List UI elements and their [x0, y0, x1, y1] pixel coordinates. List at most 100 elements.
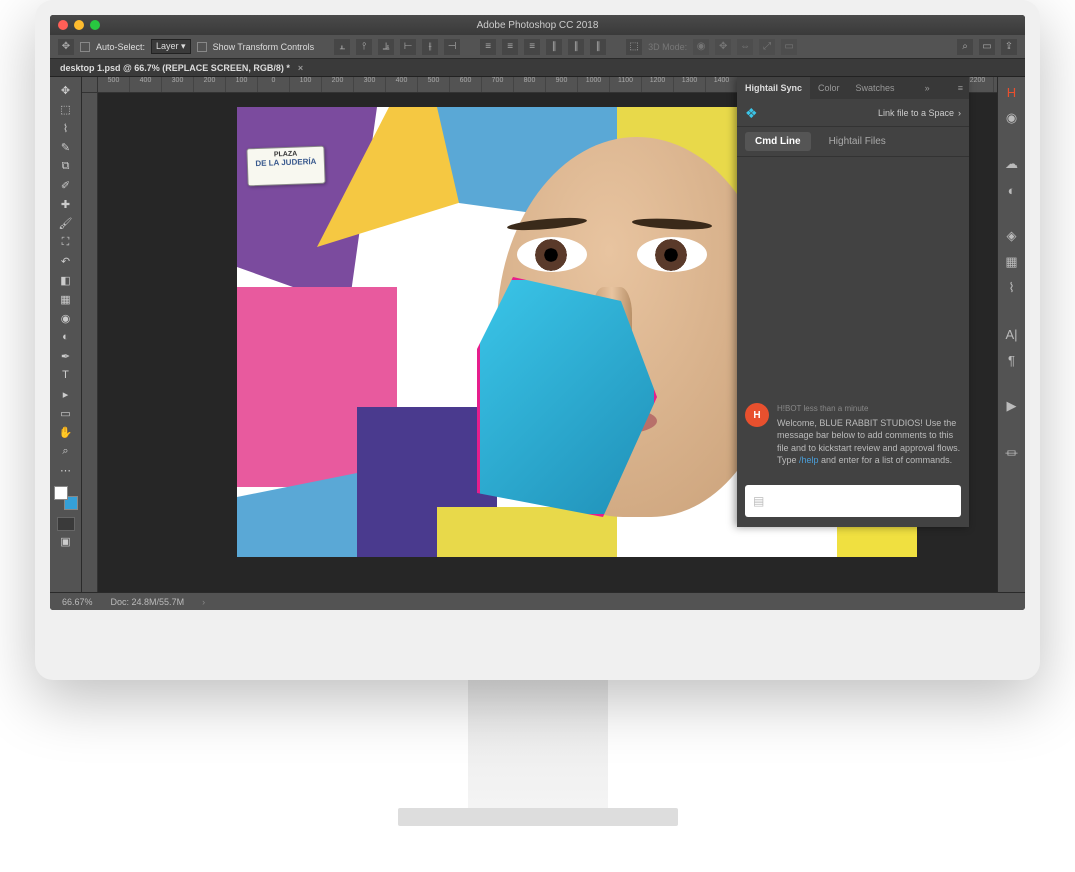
attachment-icon[interactable]: ▤	[753, 494, 764, 508]
options-bar: ✥ Auto-Select: Layer ▾ Show Transform Co…	[50, 35, 1025, 59]
align-vcenter-icon[interactable]: ⫯	[356, 39, 372, 55]
show-transform-label: Show Transform Controls	[213, 42, 315, 52]
paths-dock-icon[interactable]: ⌇	[1003, 279, 1021, 297]
eyedropper-tool-icon[interactable]: ✐	[54, 176, 78, 194]
link-file-row[interactable]: ❖ Link file to a Space ›	[737, 99, 969, 127]
bot-message: H H!BOT less than a minute Welcome, BLUE…	[745, 403, 961, 467]
hightail-dock-icon[interactable]: H	[1003, 83, 1021, 101]
path-select-tool-icon[interactable]: ▸	[54, 385, 78, 403]
plaque-line2: DE LA JUDERÍA	[251, 157, 321, 168]
share-icon[interactable]: ⇪	[1001, 39, 1017, 55]
ruler-mark: 0	[258, 77, 290, 92]
layers-dock-icon[interactable]: ◈	[1003, 227, 1021, 245]
quick-mask-icon[interactable]	[57, 517, 75, 531]
timeline-dock-icon[interactable]: ⏛	[1003, 443, 1021, 461]
dodge-tool-icon[interactable]: ◐	[54, 328, 78, 346]
channels-dock-icon[interactable]: ▦	[1003, 253, 1021, 271]
3d-icon[interactable]: ⬚	[626, 39, 642, 55]
close-tab-icon[interactable]: ×	[298, 63, 303, 73]
align-left-icon[interactable]: ⊢	[400, 39, 416, 55]
ruler-origin[interactable]	[82, 77, 98, 93]
shape-tool-icon[interactable]: ▭	[54, 404, 78, 422]
type-tool-icon[interactable]: T	[54, 366, 78, 384]
titlebar: Adobe Photoshop CC 2018	[50, 15, 1025, 35]
monitor-stand-base	[398, 808, 678, 826]
3d-mode-label: 3D Mode:	[648, 42, 687, 52]
ruler-mark: 600	[450, 77, 482, 92]
doc-size[interactable]: Doc: 24.8M/55.7M	[111, 597, 185, 607]
color-dock-icon[interactable]: ◉	[1003, 109, 1021, 127]
distribute-bottom-icon[interactable]: ≡	[524, 39, 540, 55]
document-tab[interactable]: desktop 1.psd @ 66.7% (REPLACE SCREEN, R…	[50, 59, 1025, 77]
actions-dock-icon[interactable]: ▶	[1003, 397, 1021, 415]
subtab-hightail-files[interactable]: Hightail Files	[819, 132, 896, 151]
search-icon[interactable]: ⌕	[957, 39, 973, 55]
workspace-icon[interactable]: ▭	[979, 39, 995, 55]
blur-tool-icon[interactable]: ◉	[54, 309, 78, 327]
ruler-mark: 2300	[994, 77, 997, 92]
distribute-hcenter-icon[interactable]: ∥	[568, 39, 584, 55]
ruler-mark: 1200	[642, 77, 674, 92]
comment-input[interactable]: ▤	[745, 485, 961, 517]
ruler-mark: 1100	[610, 77, 642, 92]
align-top-icon[interactable]: ⫠	[334, 39, 350, 55]
zoom-tool-icon[interactable]: ⌕	[54, 442, 78, 460]
move-tool-icon[interactable]: ✥	[58, 39, 74, 55]
3d-orbit-icon: ◉	[693, 39, 709, 55]
hand-tool-icon[interactable]: ✋	[54, 423, 78, 441]
eraser-tool-icon[interactable]: ◧	[54, 271, 78, 289]
tab-hightail-sync[interactable]: Hightail Sync	[737, 77, 810, 99]
tab-color[interactable]: Color	[810, 77, 848, 99]
ruler-mark: 100	[226, 77, 258, 92]
layer-dropdown[interactable]: Layer ▾	[151, 39, 191, 54]
foreground-swatch[interactable]	[54, 486, 68, 500]
align-right-icon[interactable]: ⊣	[444, 39, 460, 55]
close-icon[interactable]	[58, 20, 68, 30]
ruler-mark: 900	[546, 77, 578, 92]
character-dock-icon[interactable]: A|	[1003, 325, 1021, 343]
move-tool-icon[interactable]: ✥	[54, 81, 78, 99]
3d-pan-icon: ✥	[715, 39, 731, 55]
help-command-link[interactable]: /help	[799, 455, 819, 465]
maximize-icon[interactable]	[90, 20, 100, 30]
hightail-logo-icon: ❖	[745, 105, 761, 121]
ruler-mark: 1000	[578, 77, 610, 92]
show-transform-checkbox[interactable]	[197, 42, 207, 52]
healing-tool-icon[interactable]: ✚	[54, 195, 78, 213]
panel-menu-icon[interactable]: ≡	[952, 83, 969, 93]
document-tab-label: desktop 1.psd @ 66.7% (REPLACE SCREEN, R…	[60, 63, 290, 73]
pen-tool-icon[interactable]: ✒	[54, 347, 78, 365]
crop-tool-icon[interactable]: ⧉	[54, 157, 78, 175]
ruler-mark: 500	[98, 77, 130, 92]
tab-swatches[interactable]: Swatches	[848, 77, 903, 99]
history-brush-tool-icon[interactable]: ↶	[54, 252, 78, 270]
lasso-tool-icon[interactable]: ⌇	[54, 119, 78, 137]
app-window: Adobe Photoshop CC 2018 ✥ Auto-Select: L…	[50, 15, 1025, 610]
adjustments-dock-icon[interactable]: ◐	[1003, 181, 1021, 199]
quick-select-tool-icon[interactable]: ✎	[54, 138, 78, 156]
libraries-dock-icon[interactable]: ☁	[1003, 155, 1021, 173]
collapse-panel-icon[interactable]: »	[919, 83, 936, 93]
color-swatches[interactable]	[54, 486, 78, 510]
auto-select-checkbox[interactable]	[80, 42, 90, 52]
ruler-mark: 500	[418, 77, 450, 92]
paragraph-dock-icon[interactable]: ¶	[1003, 351, 1021, 369]
minimize-icon[interactable]	[74, 20, 84, 30]
status-menu-icon[interactable]: ›	[202, 597, 205, 607]
ruler-vertical[interactable]	[82, 93, 98, 592]
edit-toolbar-icon[interactable]: ⋯	[54, 461, 78, 479]
distribute-left-icon[interactable]: ∥	[546, 39, 562, 55]
brush-tool-icon[interactable]: 🖌	[54, 214, 78, 232]
zoom-level[interactable]: 66.67%	[62, 597, 93, 607]
distribute-vcenter-icon[interactable]: ≡	[502, 39, 518, 55]
align-bottom-icon[interactable]: ⫡	[378, 39, 394, 55]
distribute-right-icon[interactable]: ∥	[590, 39, 606, 55]
subtab-cmd-line[interactable]: Cmd Line	[745, 132, 811, 151]
marquee-tool-icon[interactable]: ⬚	[54, 100, 78, 118]
align-hcenter-icon[interactable]: ⫲	[422, 39, 438, 55]
stamp-tool-icon[interactable]: ⛶	[54, 233, 78, 251]
canvas-area: 5004003002001000100200300400500600700800…	[82, 77, 997, 592]
screen-mode-icon[interactable]: ▣	[54, 532, 78, 550]
gradient-tool-icon[interactable]: ▦	[54, 290, 78, 308]
distribute-top-icon[interactable]: ≡	[480, 39, 496, 55]
